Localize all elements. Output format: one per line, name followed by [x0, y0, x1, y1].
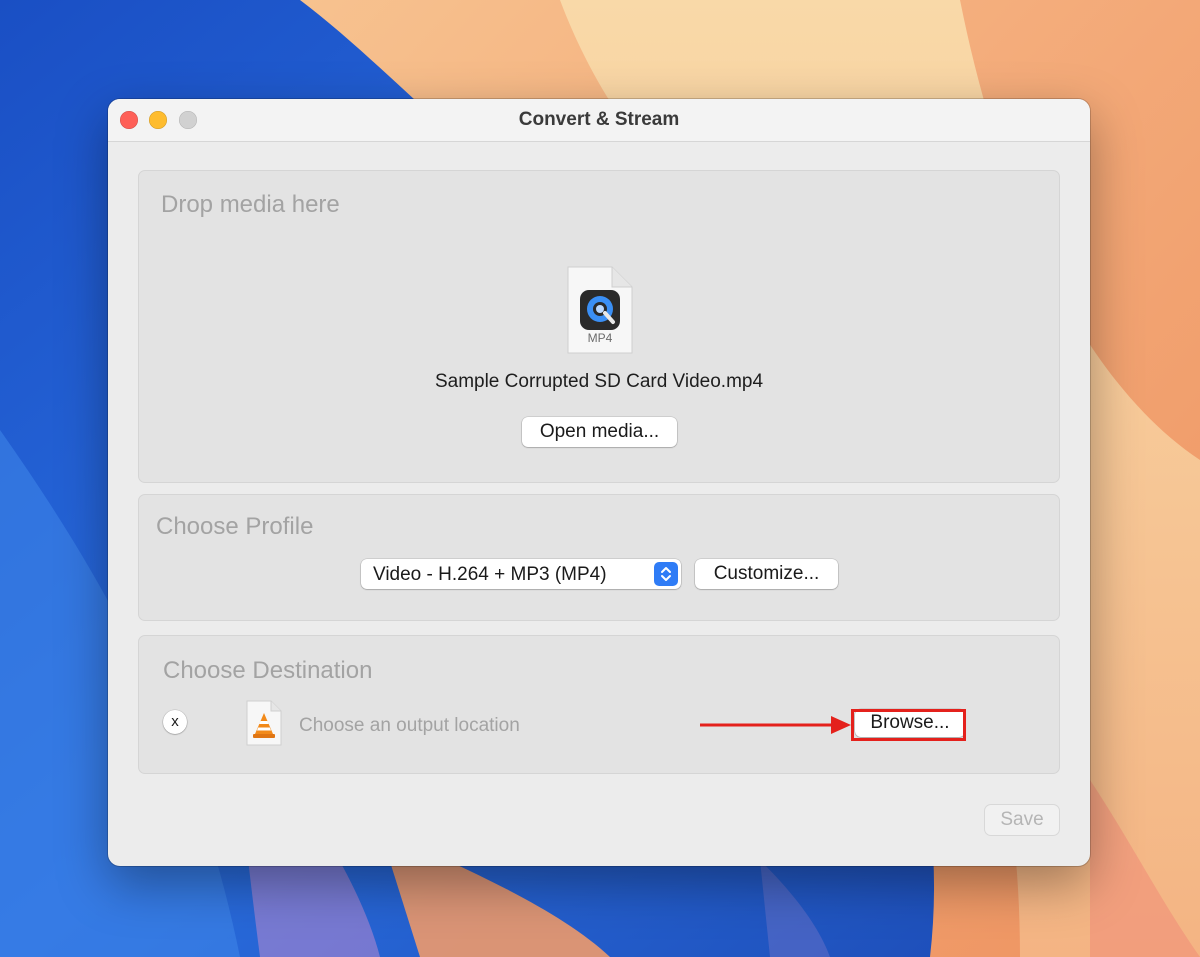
choose-destination-heading: Choose Destination — [163, 657, 373, 684]
title-bar: Convert & Stream — [108, 99, 1090, 142]
vlc-cone-file-icon — [246, 700, 282, 751]
quicktime-mp4-file-icon: MP4 — [567, 266, 633, 359]
save-button[interactable]: Save — [985, 805, 1059, 835]
choose-profile-heading: Choose Profile — [156, 513, 314, 540]
profile-select-value: Video - H.264 + MP3 (MP4) — [373, 564, 607, 585]
window-title: Convert & Stream — [518, 109, 680, 130]
profile-select[interactable]: Video - H.264 + MP3 (MP4) — [361, 559, 681, 589]
destination-panel: Choose Destination x Choose an output lo… — [138, 635, 1060, 774]
drop-media-heading: Drop media here — [161, 191, 340, 218]
red-arrow-icon — [698, 714, 854, 741]
open-media-button[interactable]: Open media... — [522, 417, 677, 447]
profile-panel: Choose Profile Video - H.264 + MP3 (MP4)… — [138, 494, 1060, 621]
file-type-label: MP4 — [587, 331, 613, 345]
source-panel[interactable]: Drop media here MP4 Sample Corrupted SD … — [138, 170, 1060, 483]
source-file-name: Sample Corrupted SD Card Video.mp4 — [434, 371, 764, 392]
browse-highlight-box — [851, 709, 966, 741]
customize-button[interactable]: Customize... — [695, 559, 838, 589]
output-location-placeholder: Choose an output location — [299, 715, 520, 736]
clear-destination-button[interactable]: x — [163, 710, 187, 734]
chevron-up-down-icon — [654, 562, 678, 586]
convert-stream-window: Convert & Stream Drop media here MP4 Sam… — [108, 99, 1090, 866]
